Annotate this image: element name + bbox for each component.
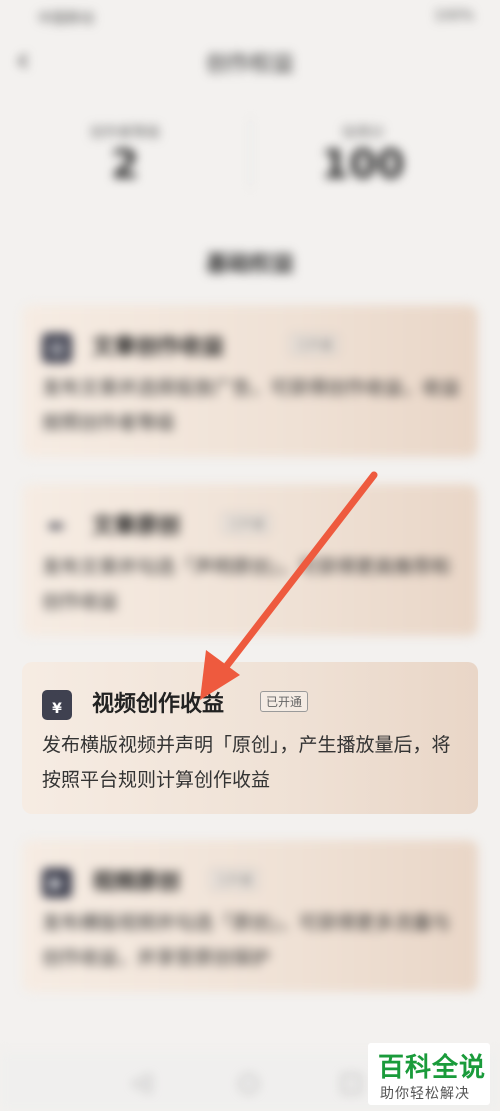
stat-value: 2	[111, 142, 139, 188]
card-title: 文章原创	[92, 514, 181, 539]
card-title: 视频创作收益	[92, 692, 225, 717]
document-icon: ▤	[42, 333, 72, 363]
status-badge: 已开通	[210, 869, 259, 890]
svg-text:¥: ¥	[52, 701, 62, 717]
card-title: 视频原创	[92, 870, 181, 895]
watermark-logo: 百科全说 助你轻松解决	[368, 1043, 490, 1105]
stat-value: 100	[321, 142, 405, 188]
carrier-text: 中国移动	[38, 11, 94, 27]
stat-level[interactable]: 创作者等级 2	[80, 122, 170, 188]
section-title: 基础权益	[205, 252, 294, 277]
card-desc: 发布文章并选择投放广告，可获得创作收益，收益按照创作者等级	[42, 377, 461, 434]
nav-home-icon[interactable]: ○	[238, 1068, 259, 1096]
stat-label: 信用分	[342, 125, 384, 141]
battery-text: 100%	[433, 8, 474, 24]
watermark-title: 百科全说	[378, 1053, 487, 1083]
feather-icon: ✒	[46, 513, 68, 541]
status-badge: 已开通	[290, 334, 339, 355]
card-article-revenue[interactable]: ▤ 文章创作收益 已开通 发布文章并选择投放广告，可获得创作收益，收益按照创作者…	[22, 305, 478, 457]
page-title: 创作权益	[205, 52, 294, 77]
card-title: 文章创作收益	[92, 335, 225, 360]
card-desc: 发布文章并勾选「声明原创」，可获得更高推荐和创作收益	[42, 556, 451, 613]
card-article-original[interactable]: ✒ 文章原创 已开通 发布文章并勾选「声明原创」，可获得更高推荐和创作收益	[22, 484, 478, 636]
card-video-original[interactable]: ▶ 视频原创 已开通 发布横版视频并勾选「原创」，可获得更多流量与创作收益，并享…	[22, 840, 478, 992]
status-bar: 中国移动 100%	[0, 0, 500, 36]
card-desc: 发布横版视频并勾选「原创」，可获得更多流量与创作收益，并享受原创保护	[42, 912, 451, 969]
video-icon: ▶	[42, 868, 72, 898]
watermark-subtitle: 助你轻松解决	[380, 1086, 470, 1102]
stat-credit[interactable]: 信用分 100	[318, 122, 408, 188]
card-desc: 发布横版视频并声明「原创」，产生播放量后，将按照平台规则计算创作收益	[42, 734, 451, 791]
card-video-revenue[interactable]: ¥ 视频创作收益 已开通 发布横版视频并声明「原创」，产生播放量后，将按照平台规…	[22, 662, 478, 814]
tv-yen-icon-svg: ¥	[43, 690, 71, 719]
status-badge: 已开通	[260, 691, 309, 712]
nav-back-icon[interactable]: ◁	[132, 1068, 150, 1096]
stat-divider	[250, 118, 251, 188]
nav-recent-icon[interactable]: □	[340, 1068, 363, 1096]
tv-yen-icon: ¥	[42, 690, 72, 720]
stat-label: 创作者等级	[90, 125, 160, 141]
status-badge: 已开通	[222, 513, 271, 534]
